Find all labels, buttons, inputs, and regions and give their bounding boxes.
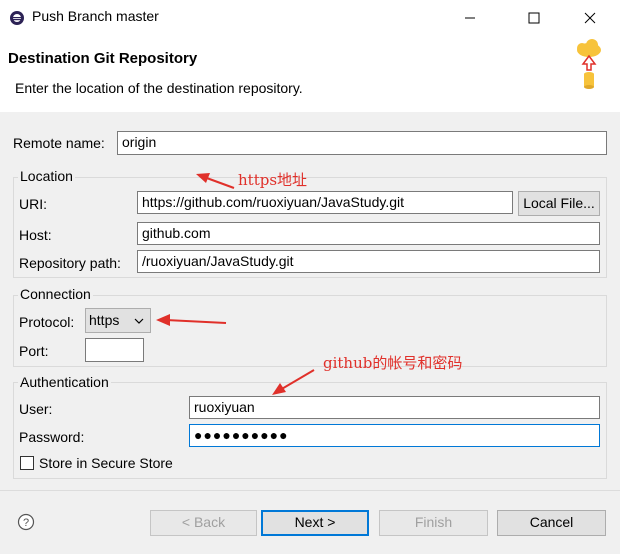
- close-icon: [584, 12, 596, 24]
- remote-name-label: Remote name:: [13, 135, 105, 151]
- location-group-label: Location: [18, 168, 75, 184]
- maximize-button[interactable]: [518, 6, 550, 30]
- protocol-label: Protocol:: [19, 314, 75, 330]
- repository-path-label: Repository path:: [19, 255, 121, 271]
- close-button[interactable]: [574, 6, 606, 30]
- store-secure-label: Store in Secure Store: [39, 455, 173, 471]
- port-input[interactable]: [85, 338, 144, 362]
- protocol-select[interactable]: https: [85, 308, 151, 333]
- host-label: Host:: [19, 227, 52, 243]
- account-annotation: github的帐号和密码: [323, 354, 463, 372]
- finish-button[interactable]: Finish: [379, 510, 488, 536]
- page-description: Enter the location of the destination re…: [15, 80, 303, 96]
- wizard-header: [0, 36, 620, 113]
- repository-path-input[interactable]: /ruoxiyuan/JavaStudy.git: [137, 250, 600, 273]
- svg-text:?: ?: [23, 517, 29, 529]
- cancel-button[interactable]: Cancel: [497, 510, 606, 536]
- eclipse-icon: [10, 11, 24, 25]
- chevron-down-icon: [134, 318, 144, 324]
- remote-name-input[interactable]: origin: [117, 131, 607, 155]
- window-title: Push Branch master: [32, 8, 159, 24]
- connection-group-label: Connection: [18, 286, 93, 302]
- help-icon[interactable]: ?: [17, 513, 35, 531]
- user-label: User:: [19, 401, 53, 417]
- back-button[interactable]: < Back: [150, 510, 257, 536]
- password-label: Password:: [19, 429, 85, 445]
- maximize-icon: [528, 12, 540, 24]
- port-label: Port:: [19, 343, 49, 359]
- authentication-group-label: Authentication: [18, 374, 111, 390]
- protocol-select-value: https: [89, 312, 120, 328]
- host-input[interactable]: github.com: [137, 222, 600, 245]
- push-to-cloud-icon: [577, 39, 601, 89]
- local-file-button[interactable]: Local File...: [518, 191, 600, 216]
- user-input[interactable]: ruoxiyuan: [189, 396, 600, 419]
- page-title: Destination Git Repository: [8, 50, 198, 67]
- store-secure-checkbox[interactable]: [20, 456, 34, 470]
- minimize-icon: [465, 17, 475, 19]
- uri-label: URI:: [19, 196, 47, 212]
- minimize-button[interactable]: [454, 6, 486, 30]
- footer-divider: [0, 490, 620, 491]
- next-button[interactable]: Next >: [261, 510, 369, 536]
- https-annotation: https地址: [238, 171, 308, 189]
- uri-input[interactable]: https://github.com/ruoxiyuan/JavaStudy.g…: [137, 191, 513, 214]
- password-input[interactable]: ●●●●●●●●●●: [189, 424, 600, 447]
